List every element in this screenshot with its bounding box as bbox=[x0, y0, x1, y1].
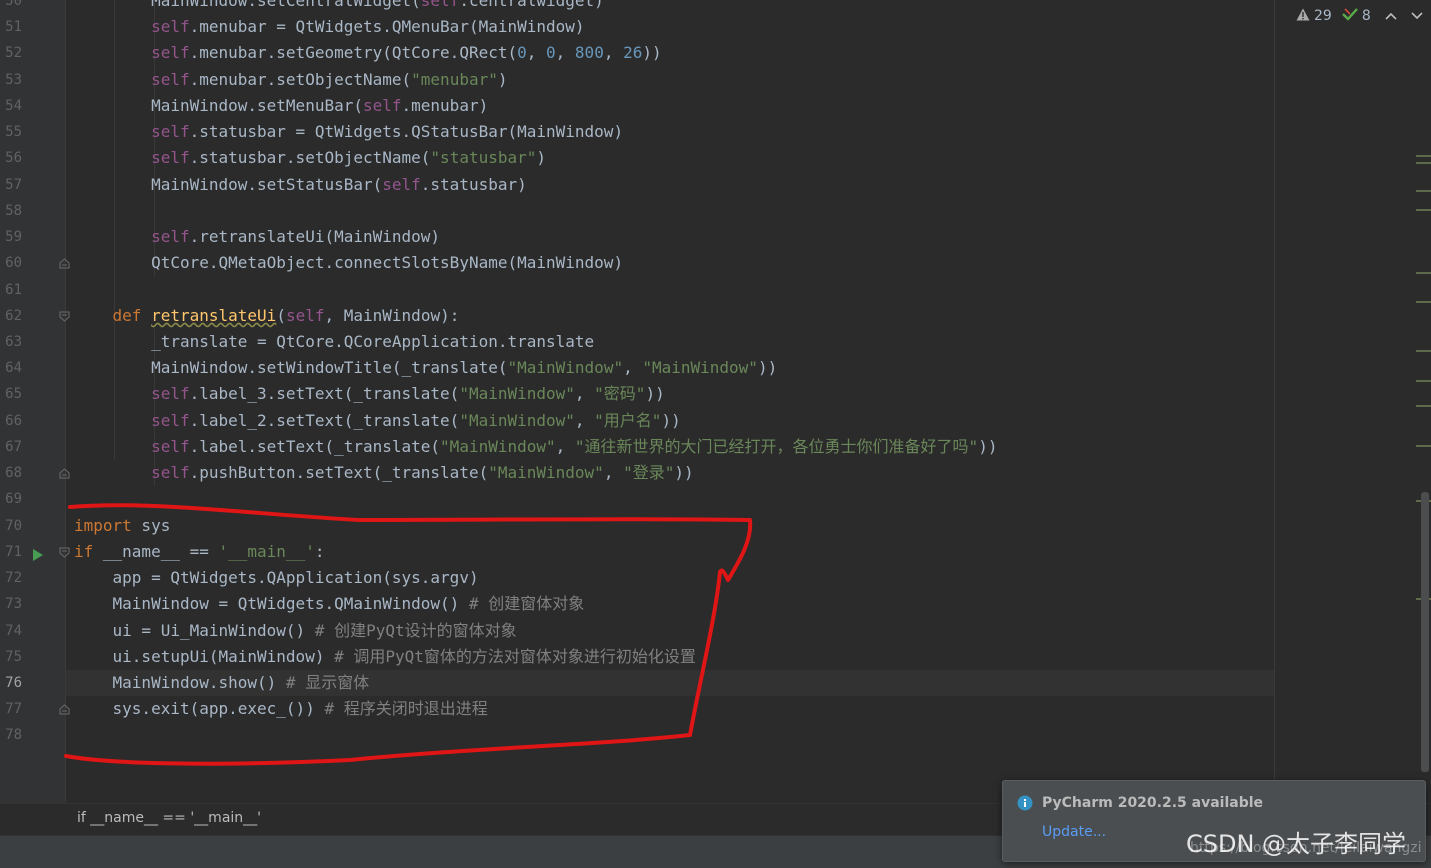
code-line[interactable]: self.label_3.setText(_translate("MainWin… bbox=[66, 381, 1274, 407]
chevron-up-icon[interactable] bbox=[1385, 8, 1397, 24]
line-number: 73 bbox=[5, 596, 22, 613]
fold-icon[interactable] bbox=[59, 704, 70, 715]
line-number: 64 bbox=[5, 360, 22, 377]
code-line[interactable]: MainWindow.setWindowTitle(_translate("Ma… bbox=[66, 355, 1274, 381]
error-stripe-mark[interactable] bbox=[1416, 445, 1431, 447]
fold-icon[interactable] bbox=[59, 468, 70, 479]
line-number: 50 bbox=[5, 0, 22, 9]
code-line[interactable]: QtCore.QMetaObject.connectSlotsByName(Ma… bbox=[66, 250, 1274, 276]
weak-warnings-count: 8 bbox=[1361, 8, 1371, 24]
code-line[interactable]: self.statusbar = QtWidgets.QStatusBar(Ma… bbox=[66, 119, 1274, 145]
code-line[interactable] bbox=[66, 486, 1274, 512]
line-number: 62 bbox=[5, 307, 22, 324]
watermark: CSDN @太子李同学 bbox=[1186, 830, 1407, 858]
code-line[interactable]: import sys bbox=[66, 513, 1274, 539]
line-number: 57 bbox=[5, 176, 22, 193]
code-line[interactable]: self.retranslateUi(MainWindow) bbox=[66, 224, 1274, 250]
line-number: 77 bbox=[5, 701, 22, 718]
code-line[interactable]: self.pushButton.setText(_translate("Main… bbox=[66, 460, 1274, 486]
error-stripe-mark[interactable] bbox=[1416, 190, 1431, 192]
code-line[interactable]: self.menubar = QtWidgets.QMenuBar(MainWi… bbox=[66, 14, 1274, 40]
code-line[interactable]: _translate = QtCore.QCoreApplication.tra… bbox=[66, 329, 1274, 355]
error-stripe-mark[interactable] bbox=[1416, 350, 1431, 352]
notification-title: PyCharm 2020.2.5 available bbox=[1042, 795, 1264, 811]
error-stripe-mark[interactable] bbox=[1416, 272, 1431, 274]
code-line[interactable]: MainWindow.setStatusBar(self.statusbar) bbox=[66, 172, 1274, 198]
code-line[interactable]: MainWindow.show() # 显示窗体 bbox=[66, 669, 1274, 696]
line-number: 72 bbox=[5, 570, 22, 587]
code-line[interactable]: self.label_2.setText(_translate("MainWin… bbox=[66, 408, 1274, 434]
line-number: 59 bbox=[5, 229, 22, 246]
line-number: 60 bbox=[5, 255, 22, 272]
line-number: 51 bbox=[5, 19, 22, 36]
code-line[interactable]: MainWindow.setMenuBar(self.menubar) bbox=[66, 93, 1274, 119]
code-line[interactable]: app = QtWidgets.QApplication(sys.argv) bbox=[66, 565, 1274, 591]
code-line[interactable]: self.statusbar.setObjectName("statusbar"… bbox=[66, 145, 1274, 171]
chevron-down-icon[interactable] bbox=[1411, 8, 1423, 24]
check-icon bbox=[1341, 7, 1358, 25]
line-number: 68 bbox=[5, 465, 22, 482]
line-number: 52 bbox=[5, 45, 22, 62]
code-editor[interactable]: MainWindow.setCentralWidget(self.central… bbox=[66, 0, 1274, 803]
run-icon[interactable] bbox=[33, 546, 43, 561]
line-number: 55 bbox=[5, 124, 22, 141]
error-stripe-mark[interactable] bbox=[1416, 162, 1431, 164]
warning-triangle-icon bbox=[1296, 8, 1310, 25]
line-number: 70 bbox=[5, 517, 22, 534]
code-line[interactable]: self.menubar.setGeometry(QtCore.QRect(0,… bbox=[66, 40, 1274, 66]
error-stripe-mark[interactable] bbox=[1416, 380, 1431, 382]
error-stripe-mark[interactable] bbox=[1416, 155, 1431, 157]
code-line[interactable] bbox=[66, 722, 1274, 748]
line-number: 65 bbox=[5, 386, 22, 403]
line-number: 75 bbox=[5, 648, 22, 665]
line-number: 76 bbox=[5, 674, 22, 691]
line-number: 66 bbox=[5, 412, 22, 429]
code-line[interactable] bbox=[66, 198, 1274, 224]
error-stripe-mark[interactable] bbox=[1416, 405, 1431, 407]
inspection-widget[interactable]: 29 8 bbox=[1296, 6, 1423, 26]
code-line[interactable]: ui.setupUi(MainWindow) # 调用PyQt窗体的方法对窗体对… bbox=[66, 644, 1274, 670]
warnings-count: 29 bbox=[1314, 8, 1332, 24]
scrollbar-thumb[interactable] bbox=[1421, 492, 1429, 772]
line-number: 67 bbox=[5, 438, 22, 455]
line-number: 54 bbox=[5, 97, 22, 114]
right-margin-guide bbox=[1274, 0, 1275, 803]
code-line[interactable]: if __name__ == '__main__': bbox=[66, 539, 1274, 565]
fold-icon[interactable] bbox=[59, 258, 70, 269]
line-number: 71 bbox=[5, 543, 22, 560]
code-line[interactable]: ui = Ui_MainWindow() # 创建PyQt设计的窗体对象 bbox=[66, 618, 1274, 644]
fold-icon[interactable] bbox=[59, 547, 70, 558]
line-number: 63 bbox=[5, 333, 22, 350]
code-line[interactable]: sys.exit(app.exec_()) # 程序关闭时退出进程 bbox=[66, 696, 1274, 722]
breadcrumb[interactable]: if __name__ == '__main__' bbox=[77, 810, 261, 826]
error-stripe-mark[interactable] bbox=[1416, 301, 1431, 303]
line-number: 78 bbox=[5, 727, 22, 744]
line-number: 61 bbox=[5, 281, 22, 298]
fold-icon[interactable] bbox=[59, 311, 70, 322]
code-line[interactable]: def retranslateUi(self, MainWindow): bbox=[66, 303, 1274, 329]
line-number: 69 bbox=[5, 491, 22, 508]
line-number: 53 bbox=[5, 71, 22, 88]
error-stripe-mark[interactable] bbox=[1416, 209, 1431, 211]
code-line[interactable] bbox=[66, 277, 1274, 303]
line-number: 56 bbox=[5, 150, 22, 167]
line-number: 58 bbox=[5, 202, 22, 219]
code-line[interactable]: MainWindow.setCentralWidget(self.central… bbox=[66, 0, 1274, 14]
update-link[interactable]: Update... bbox=[1042, 824, 1106, 840]
code-line[interactable]: MainWindow = QtWidgets.QMainWindow() # 创… bbox=[66, 591, 1274, 617]
info-icon bbox=[1017, 795, 1033, 811]
line-number: 74 bbox=[5, 622, 22, 639]
code-line[interactable]: self.label.setText(_translate("MainWindo… bbox=[66, 434, 1274, 460]
code-line[interactable]: self.menubar.setObjectName("menubar") bbox=[66, 67, 1274, 93]
